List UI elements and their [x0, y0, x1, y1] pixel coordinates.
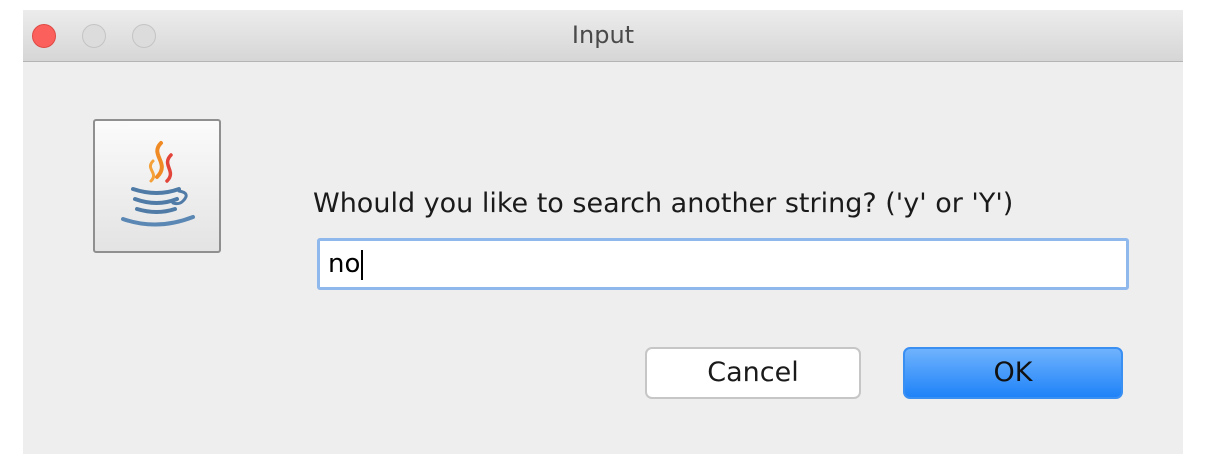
dialog-message: Whould you like to search another string…: [313, 188, 1014, 219]
dialog-window: Input Whould you like to search another …: [23, 10, 1183, 454]
window-title: Input: [571, 21, 635, 49]
cancel-button[interactable]: Cancel: [645, 347, 861, 399]
java-coffee-cup-icon: [93, 119, 221, 253]
title-bar[interactable]: Input: [23, 10, 1183, 62]
answer-input-value: no: [328, 249, 361, 279]
answer-input[interactable]: no: [317, 238, 1129, 290]
text-caret: [361, 249, 364, 280]
ok-button[interactable]: OK: [903, 347, 1123, 399]
